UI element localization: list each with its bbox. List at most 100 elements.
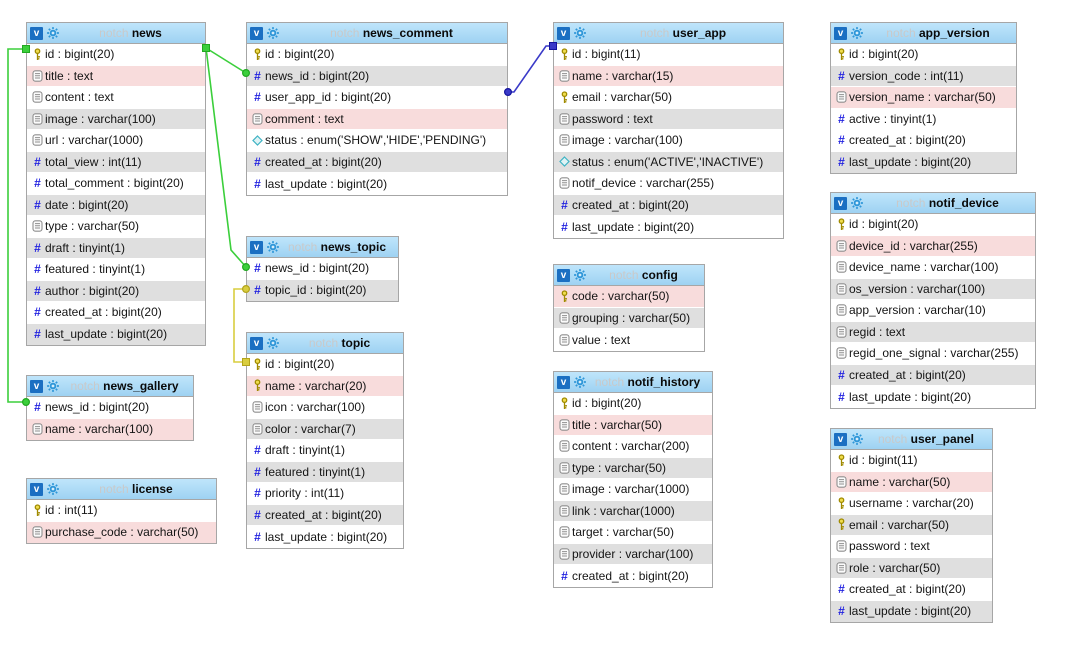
table-news_comment[interactable]: vnotch news_commentid : bigint(20)#news_… [246,22,508,196]
field-row-topic-icon[interactable]: icon : varchar(100) [247,397,403,419]
field-row-news-total_view[interactable]: #total_view : int(11) [27,152,205,174]
field-row-news_gallery-news_id[interactable]: #news_id : bigint(20) [27,397,193,419]
field-row-notif_history-title[interactable]: title : varchar(50) [554,415,712,437]
field-row-topic-color[interactable]: color : varchar(7) [247,419,403,441]
table-user_app[interactable]: vnotch user_appid : bigint(11)name : var… [553,22,784,239]
field-row-user_app-id[interactable]: id : bigint(11) [554,44,783,66]
table-config[interactable]: vnotch configcode : varchar(50)grouping … [553,264,705,352]
table-header[interactable]: vnotch license [27,479,216,500]
toggle-size-icon[interactable]: v [557,269,570,282]
field-row-app_version-last_update[interactable]: #last_update : bigint(20) [831,152,1016,174]
gear-icon[interactable] [850,196,864,210]
toggle-size-icon[interactable]: v [30,483,43,496]
field-row-user_panel-email[interactable]: email : varchar(50) [831,515,992,537]
field-row-notif_history-type[interactable]: type : varchar(50) [554,458,712,480]
gear-icon[interactable] [266,240,280,254]
field-row-topic-id[interactable]: id : bigint(20) [247,354,403,376]
table-header[interactable]: vnotch topic [247,333,403,354]
gear-icon[interactable] [850,26,864,40]
toggle-size-icon[interactable]: v [30,27,43,40]
field-row-topic-name[interactable]: name : varchar(20) [247,376,403,398]
field-row-user_app-email[interactable]: email : varchar(50) [554,87,783,109]
field-row-user_app-status[interactable]: status : enum('ACTIVE','INACTIVE') [554,152,783,174]
field-row-news_comment-comment[interactable]: comment : text [247,109,507,131]
field-row-notif_device-os_version[interactable]: os_version : varchar(100) [831,279,1035,301]
field-row-user_panel-last_update[interactable]: #last_update : bigint(20) [831,601,992,623]
table-notif_history[interactable]: vnotch notif_historyid : bigint(20)title… [553,371,713,588]
field-row-user_panel-id[interactable]: id : bigint(11) [831,450,992,472]
field-row-topic-priority[interactable]: #priority : int(11) [247,483,403,505]
field-row-notif_device-regid[interactable]: regid : text [831,322,1035,344]
field-row-user_panel-role[interactable]: role : varchar(50) [831,558,992,580]
field-row-config-code[interactable]: code : varchar(50) [554,286,704,308]
gear-icon[interactable] [266,26,280,40]
field-row-user_panel-created_at[interactable]: #created_at : bigint(20) [831,579,992,601]
field-row-topic-created_at[interactable]: #created_at : bigint(20) [247,505,403,527]
field-row-user_panel-name[interactable]: name : varchar(50) [831,472,992,494]
field-row-news-author[interactable]: #author : bigint(20) [27,281,205,303]
gear-icon[interactable] [573,375,587,389]
table-header[interactable]: vnotch config [554,265,704,286]
table-topic[interactable]: vnotch topicid : bigint(20)name : varcha… [246,332,404,549]
field-row-user_app-password[interactable]: password : text [554,109,783,131]
field-row-news_gallery-name[interactable]: name : varchar(100) [27,419,193,441]
field-row-notif_device-regid_one_signal[interactable]: regid_one_signal : varchar(255) [831,343,1035,365]
field-row-news_comment-status[interactable]: status : enum('SHOW','HIDE','PENDING') [247,130,507,152]
field-row-notif_device-created_at[interactable]: #created_at : bigint(20) [831,365,1035,387]
gear-icon[interactable] [266,336,280,350]
table-header[interactable]: vnotch user_panel [831,429,992,450]
field-row-user_app-created_at[interactable]: #created_at : bigint(20) [554,195,783,217]
toggle-size-icon[interactable]: v [250,241,263,254]
table-header[interactable]: vnotch user_app [554,23,783,44]
field-row-news-total_comment[interactable]: #total_comment : bigint(20) [27,173,205,195]
toggle-size-icon[interactable]: v [834,433,847,446]
field-row-license-purchase_code[interactable]: purchase_code : varchar(50) [27,522,216,544]
toggle-size-icon[interactable]: v [834,27,847,40]
field-row-news-url[interactable]: url : varchar(1000) [27,130,205,152]
field-row-news-date[interactable]: #date : bigint(20) [27,195,205,217]
field-row-notif_device-device_name[interactable]: device_name : varchar(100) [831,257,1035,279]
toggle-size-icon[interactable]: v [557,27,570,40]
field-row-user_app-name[interactable]: name : varchar(15) [554,66,783,88]
field-row-user_panel-username[interactable]: username : varchar(20) [831,493,992,515]
field-row-notif_device-app_version[interactable]: app_version : varchar(10) [831,300,1035,322]
gear-icon[interactable] [46,482,60,496]
field-row-news-title[interactable]: title : text [27,66,205,88]
field-row-news-image[interactable]: image : varchar(100) [27,109,205,131]
table-header[interactable]: vnotch notif_device [831,193,1035,214]
field-row-notif_device-last_update[interactable]: #last_update : bigint(20) [831,386,1035,408]
field-row-user_app-notif_device[interactable]: notif_device : varchar(255) [554,173,783,195]
field-row-user_app-last_update[interactable]: #last_update : bigint(20) [554,216,783,238]
toggle-size-icon[interactable]: v [30,380,43,393]
field-row-notif_history-content[interactable]: content : varchar(200) [554,436,712,458]
field-row-notif_history-id[interactable]: id : bigint(20) [554,393,712,415]
field-row-news_comment-last_update[interactable]: #last_update : bigint(20) [247,173,507,195]
table-notif_device[interactable]: vnotch notif_deviceid : bigint(20)device… [830,192,1036,409]
field-row-news_comment-user_app_id[interactable]: #user_app_id : bigint(20) [247,87,507,109]
field-row-app_version-active[interactable]: #active : tinyint(1) [831,109,1016,131]
field-row-news_topic-topic_id[interactable]: #topic_id : bigint(20) [247,280,398,302]
field-row-news_comment-created_at[interactable]: #created_at : bigint(20) [247,152,507,174]
field-row-news-featured[interactable]: #featured : tinyint(1) [27,259,205,281]
field-row-app_version-id[interactable]: id : bigint(20) [831,44,1016,66]
field-row-news-type[interactable]: type : varchar(50) [27,216,205,238]
field-row-news_comment-news_id[interactable]: #news_id : bigint(20) [247,66,507,88]
table-user_panel[interactable]: vnotch user_panelid : bigint(11)name : v… [830,428,993,623]
field-row-license-id[interactable]: id : int(11) [27,500,216,522]
field-row-topic-last_update[interactable]: #last_update : bigint(20) [247,526,403,548]
gear-icon[interactable] [573,26,587,40]
field-row-user_app-image[interactable]: image : varchar(100) [554,130,783,152]
table-header[interactable]: vnotch app_version [831,23,1016,44]
toggle-size-icon[interactable]: v [834,197,847,210]
field-row-topic-featured[interactable]: #featured : tinyint(1) [247,462,403,484]
field-row-notif_device-device_id[interactable]: device_id : varchar(255) [831,236,1035,258]
toggle-size-icon[interactable]: v [250,337,263,350]
table-header[interactable]: vnotch news_gallery [27,376,193,397]
field-row-app_version-version_code[interactable]: #version_code : int(11) [831,66,1016,88]
field-row-news_comment-id[interactable]: id : bigint(20) [247,44,507,66]
field-row-news_topic-news_id[interactable]: #news_id : bigint(20) [247,258,398,280]
field-row-news-draft[interactable]: #draft : tinyint(1) [27,238,205,260]
table-header[interactable]: vnotch news_comment [247,23,507,44]
table-news_topic[interactable]: vnotch news_topic#news_id : bigint(20)#t… [246,236,399,302]
field-row-notif_history-provider[interactable]: provider : varchar(100) [554,544,712,566]
